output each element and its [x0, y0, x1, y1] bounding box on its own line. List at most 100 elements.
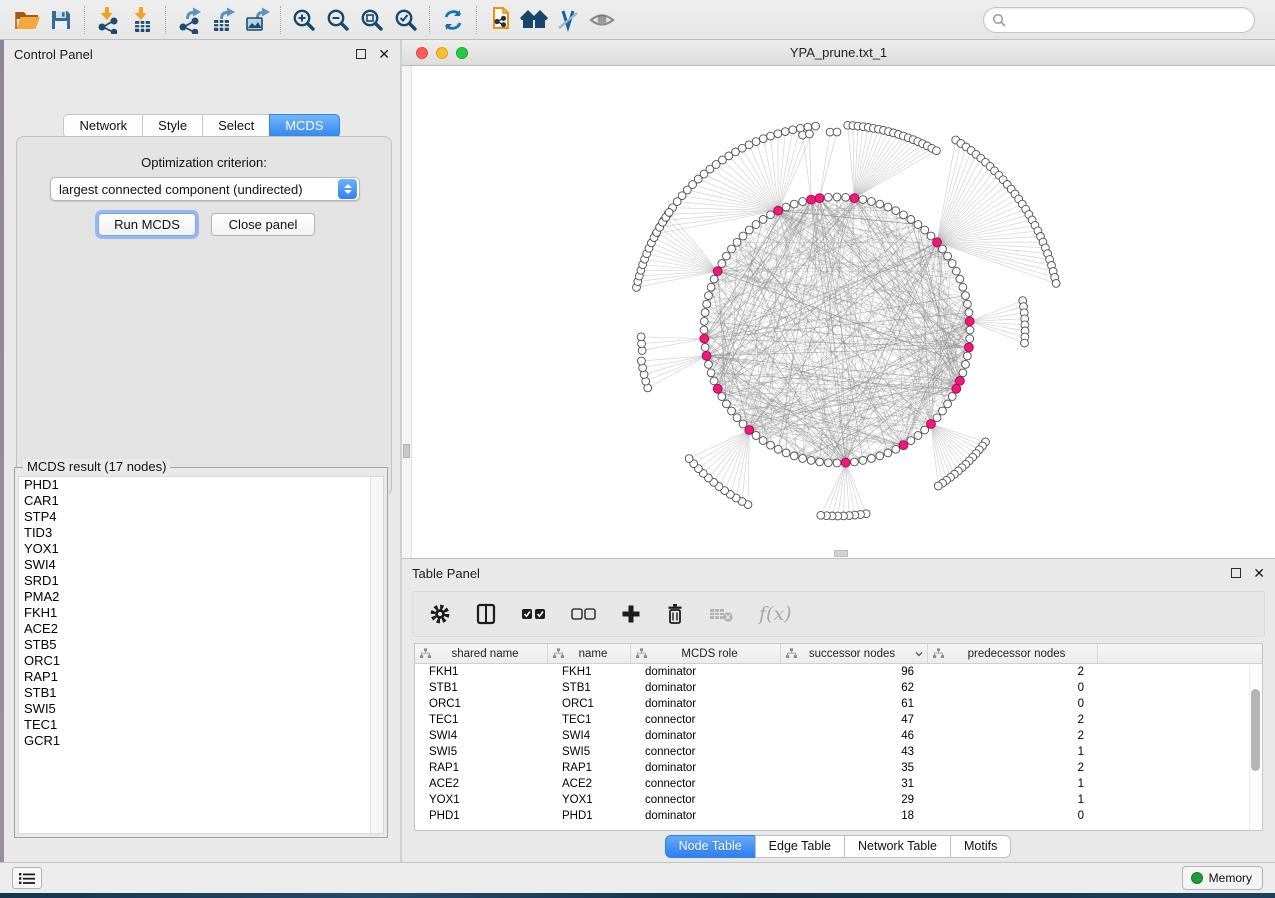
save-session-icon[interactable] [44, 4, 78, 36]
table-row[interactable]: FKH1FKH1dominator962 [415, 664, 1262, 680]
network-node[interactable] [685, 455, 693, 463]
mcds-result-item[interactable]: TID3 [19, 525, 383, 541]
network-node[interactable] [799, 455, 807, 463]
network-node[interactable] [934, 482, 942, 490]
table-scrollbar[interactable] [1249, 665, 1262, 830]
network-node[interactable] [789, 126, 797, 134]
mcds-result-item[interactable]: SWI4 [19, 557, 383, 573]
mcds-result-item[interactable]: PHD1 [19, 477, 383, 493]
table-row[interactable]: TEC1TEC1connector472 [415, 712, 1262, 728]
export-network-icon[interactable] [172, 4, 206, 36]
table-row[interactable]: SWI4SWI4dominator462 [415, 728, 1262, 744]
open-session-icon[interactable] [10, 4, 44, 36]
task-history-button[interactable] [12, 867, 42, 889]
select-all-icon[interactable] [521, 599, 547, 629]
mcds-result-item[interactable]: YOX1 [19, 541, 383, 557]
network-node[interactable] [703, 300, 711, 308]
network-hub-node[interactable] [713, 384, 722, 393]
network-node[interactable] [944, 400, 952, 408]
network-hscroll-thumb[interactable] [834, 550, 848, 557]
network-node[interactable] [718, 260, 726, 268]
network-node[interactable] [944, 252, 952, 260]
delete-column-icon[interactable] [665, 599, 685, 629]
tab-style[interactable]: Style [142, 114, 203, 138]
network-node[interactable] [767, 211, 775, 219]
network-node[interactable] [739, 232, 747, 240]
network-node[interactable] [752, 432, 760, 440]
add-column-icon[interactable] [621, 599, 641, 629]
network-node[interactable] [964, 300, 972, 308]
zoom-in-icon[interactable] [287, 4, 321, 36]
result-scrollbar[interactable] [370, 477, 383, 833]
column-header-predecessor-nodes[interactable]: predecessor nodes [928, 644, 1098, 663]
network-hub-node[interactable] [700, 334, 709, 343]
network-node[interactable] [884, 203, 892, 211]
network-hub-node[interactable] [745, 426, 754, 435]
network-node[interactable] [833, 128, 841, 136]
network-node[interactable] [752, 221, 760, 229]
mcds-result-item[interactable]: RAP1 [19, 669, 383, 685]
network-titlebar[interactable]: YPA_prune.txt_1 [402, 40, 1275, 66]
table-row[interactable]: STB1STB1dominator620 [415, 680, 1262, 696]
table-scroll-thumb[interactable] [1251, 689, 1260, 771]
network-node[interactable] [842, 193, 850, 201]
network-node[interactable] [710, 275, 718, 283]
import-table-icon[interactable] [125, 4, 159, 36]
network-node[interactable] [799, 198, 807, 206]
table-settings-icon[interactable] [429, 599, 451, 629]
network-node[interactable] [767, 132, 775, 140]
criterion-select[interactable]: largest connected component (undirected) [50, 177, 360, 201]
network-hub-node[interactable] [702, 352, 711, 361]
network-hub-node[interactable] [956, 377, 965, 386]
network-node[interactable] [767, 441, 775, 449]
network-hub-node[interactable] [815, 194, 824, 203]
network-node[interactable] [733, 238, 741, 246]
column-header-shared-name[interactable]: shared name [415, 644, 548, 663]
network-node[interactable] [956, 275, 964, 283]
network-node[interactable] [728, 245, 736, 253]
network-node[interactable] [807, 457, 815, 465]
network-hub-node[interactable] [899, 441, 908, 450]
network-node[interactable] [759, 216, 767, 224]
network-node[interactable] [933, 147, 941, 155]
network-node[interactable] [701, 309, 709, 317]
network-node[interactable] [707, 369, 715, 377]
network-node[interactable] [907, 437, 915, 445]
close-panel-icon[interactable]: ✕ [378, 49, 390, 59]
tab-edge-table[interactable]: Edge Table [755, 835, 845, 858]
run-mcds-button[interactable]: Run MCDS [98, 213, 196, 236]
network-node[interactable] [939, 407, 947, 415]
network-node[interactable] [962, 292, 970, 300]
table-row[interactable]: RAP1RAP1dominator352 [415, 760, 1262, 776]
network-node[interactable] [833, 193, 841, 201]
network-node[interactable] [952, 267, 960, 275]
mcds-result-item[interactable]: SRD1 [19, 573, 383, 589]
network-hub-node[interactable] [965, 317, 974, 326]
network-hub-node[interactable] [807, 195, 816, 204]
network-node[interactable] [962, 361, 970, 369]
table-row[interactable]: ORC1ORC1dominator610 [415, 696, 1262, 712]
network-node[interactable] [774, 445, 782, 453]
network-node[interactable] [637, 333, 645, 341]
network-node[interactable] [907, 216, 915, 224]
float-panel-icon[interactable] [1231, 568, 1241, 578]
network-node[interactable] [700, 326, 708, 334]
table-row[interactable]: PHD1PHD1dominator180 [415, 808, 1262, 824]
network-node[interactable] [959, 369, 967, 377]
table-row[interactable]: ACE2ACE2connector311 [415, 776, 1262, 792]
network-node[interactable] [824, 459, 832, 467]
mcds-result-item[interactable]: STB5 [19, 637, 383, 653]
tab-node-table[interactable]: Node Table [665, 835, 756, 858]
network-hub-node[interactable] [965, 343, 974, 352]
network-node[interactable] [790, 452, 798, 460]
close-panel-button[interactable]: Close panel [211, 213, 315, 236]
network-node[interactable] [884, 449, 892, 457]
network-node[interactable] [868, 455, 876, 463]
network-node[interactable] [876, 200, 884, 208]
network-vscroll-thumb[interactable] [403, 444, 410, 458]
tab-select[interactable]: Select [202, 114, 270, 138]
network-node[interactable] [759, 135, 767, 143]
network-node[interactable] [752, 138, 760, 146]
mcds-result-item[interactable]: FKH1 [19, 605, 383, 621]
mcds-result-item[interactable]: SWI5 [19, 701, 383, 717]
